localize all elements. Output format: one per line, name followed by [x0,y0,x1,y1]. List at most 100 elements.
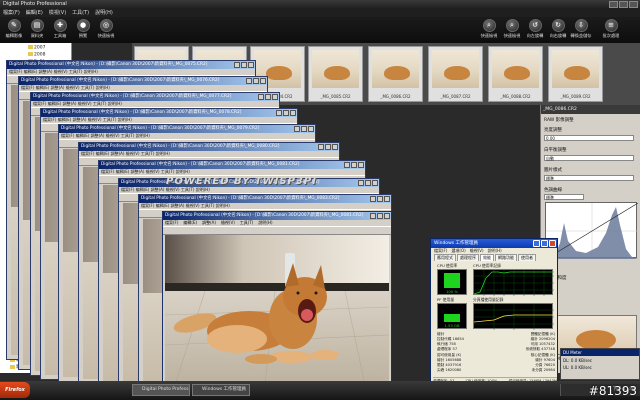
start-button[interactable]: Firefox [0,382,30,398]
close-button[interactable] [384,196,390,202]
maximize-button[interactable] [301,126,307,132]
panel-tab[interactable]: RAW 影像調整 [544,117,574,123]
maximize-button[interactable] [351,162,357,168]
close-button[interactable] [290,110,296,116]
close-button[interactable] [358,162,364,168]
thumbnail-image [552,50,599,88]
close-button[interactable] [260,78,266,84]
edit-image-button[interactable]: ✎ 編輯影像 [3,19,25,39]
tree-item[interactable]: 2007 [28,45,45,51]
dog-photo [165,235,389,385]
minimize-button[interactable] [370,213,376,219]
brightness-field[interactable]: 0.00 [544,135,634,141]
rotate-left-button[interactable]: ↺ 向左旋轉 [524,19,546,39]
app-title: Digital Photo Professional [3,1,67,7]
minimize-button[interactable] [344,162,350,168]
close-button[interactable] [272,94,278,100]
menu-edit[interactable]: 編輯(E) [26,9,43,17]
thumbnail[interactable]: _MG_0088.CR2 [488,46,543,102]
menu-adjust[interactable]: 調整(A) [202,220,216,226]
window-controls [276,110,296,116]
thumbnail[interactable]: _MG_0089.CR2 [548,46,603,102]
menu-tools[interactable]: 工具(T) [240,220,254,226]
maximize-button[interactable] [241,62,247,68]
close-button[interactable] [372,180,378,186]
app-menu-bar: 檔案(F) 編輯(E) 檢視(V) 工具(T) 說明(H) [0,9,640,17]
maximize-button[interactable] [541,240,548,247]
preview-button[interactable]: ● 預覽 [72,19,94,39]
taskbar-item[interactable]: Digital Photo Profession [132,384,190,396]
tree-item[interactable]: 2008 [28,52,45,58]
window-controls [358,180,378,186]
menu-view[interactable]: 檢視(V) [221,220,235,226]
network-meter[interactable]: DU Meter DL: 0.0 KB/sec UL: 0.0 KB/sec [560,348,640,380]
tab-applications[interactable]: 應用程式 [434,254,456,261]
tab-users[interactable]: 使用者 [518,254,536,261]
cpu-meter-fill [444,273,460,288]
tab-performance[interactable]: 效能 [480,254,494,261]
tab-networking[interactable]: 網路功能 [495,254,517,261]
close-button[interactable] [248,62,254,68]
quick-view-button-1[interactable]: ⌕ 快速檢視 [478,19,500,39]
curve-mode-select[interactable]: 標準 [544,194,584,200]
menu-file[interactable]: 檔案(F) [3,9,20,17]
maximize-button[interactable] [325,144,331,150]
menu-file[interactable]: 檔案(F) [165,220,178,226]
taskbar-item[interactable]: Windows 工作管理員 [192,384,250,396]
minimize-button[interactable] [370,196,376,202]
menu-tools[interactable]: 工具(T) [72,9,89,17]
powered-watermark: POWERED BY TWISP3PI [166,176,317,187]
maximize-button[interactable] [265,94,271,100]
maximize-button[interactable] [377,196,383,202]
minimize-button[interactable] [294,126,300,132]
minimize-button[interactable] [533,240,540,247]
close-button[interactable] [332,144,338,150]
toolbox-button[interactable]: ✚ 工具箱 [49,19,71,39]
rotate-right-icon: ↻ [551,19,565,32]
thumbnail[interactable]: _MG_0085.CR2 [308,46,363,102]
batch-process-button[interactable]: ≡ 批次處理 [600,19,622,39]
maximize-button[interactable] [377,213,383,219]
folder-icon: ▤ [30,19,44,32]
white-balance-select[interactable]: 自動 [544,155,634,161]
thumbnail[interactable]: _MG_0087.CR2 [428,46,483,102]
window-title: Digital Photo Professional (中文名:Nikon) -… [31,93,279,101]
brightness-label: 亮度調整 [544,128,562,133]
quick-check-button[interactable]: ◎ 快速檢視 [95,19,117,39]
menu-help[interactable]: 說明(H) [258,220,272,226]
minimize-button[interactable] [258,94,264,100]
minimize-button[interactable] [276,110,282,116]
front-edit-window[interactable]: Digital Photo Professional (中文名:Nikon) -… [162,211,392,387]
convert-save-button[interactable]: ⇩ 轉換並儲存 [570,19,592,39]
maximize-button[interactable] [283,110,289,116]
tab-processes[interactable]: 處理程序 [457,254,479,261]
close-button[interactable] [549,240,556,247]
histogram[interactable] [545,202,639,260]
folder-button[interactable]: ▤ 資料夾 [26,19,48,39]
menu-view[interactable]: 檢視(V) [49,9,66,17]
maximize-button[interactable] [619,1,628,8]
stats-row: 處理程序 57 系統快取 437748 [437,347,555,351]
close-button[interactable] [629,1,638,8]
thumbnail[interactable]: _MG_0086.CR2 [368,46,423,102]
thumbnail-image [492,50,539,88]
maximize-button[interactable] [253,78,259,84]
pf-graph [473,304,554,330]
minimize-button[interactable] [234,62,240,68]
minimize-button[interactable] [609,1,618,8]
maximize-button[interactable] [365,180,371,186]
main-toolbar: ✎ 編輯影像 ▤ 資料夾 ✚ 工具箱 ● 預覽 ◎ 快速檢視 ⌕ 快速檢視 ⌕ 快速檢視 ↺ 向… [0,17,640,43]
quick-view-button-2[interactable]: ⌕ 快速檢視 [501,19,523,39]
task-manager-window[interactable]: Windows 工作管理員 檔案(F) 選項(O) 檢視(V) 說明(H) 應用… [430,238,558,384]
menu-edit[interactable]: 編輯(E) [183,220,197,226]
minimize-button[interactable] [246,78,252,84]
menu-help[interactable]: 說明(H) [95,9,113,17]
picture-style-select[interactable]: 標準 [544,175,634,181]
stats-row: 尖峰 1620080 未分頁 20984 [437,368,555,372]
close-button[interactable] [308,126,314,132]
minimize-button[interactable] [358,180,364,186]
minimize-button[interactable] [318,144,324,150]
rotate-right-button[interactable]: ↻ 向右旋轉 [547,19,569,39]
close-button[interactable] [384,213,390,219]
window-controls [318,144,338,150]
